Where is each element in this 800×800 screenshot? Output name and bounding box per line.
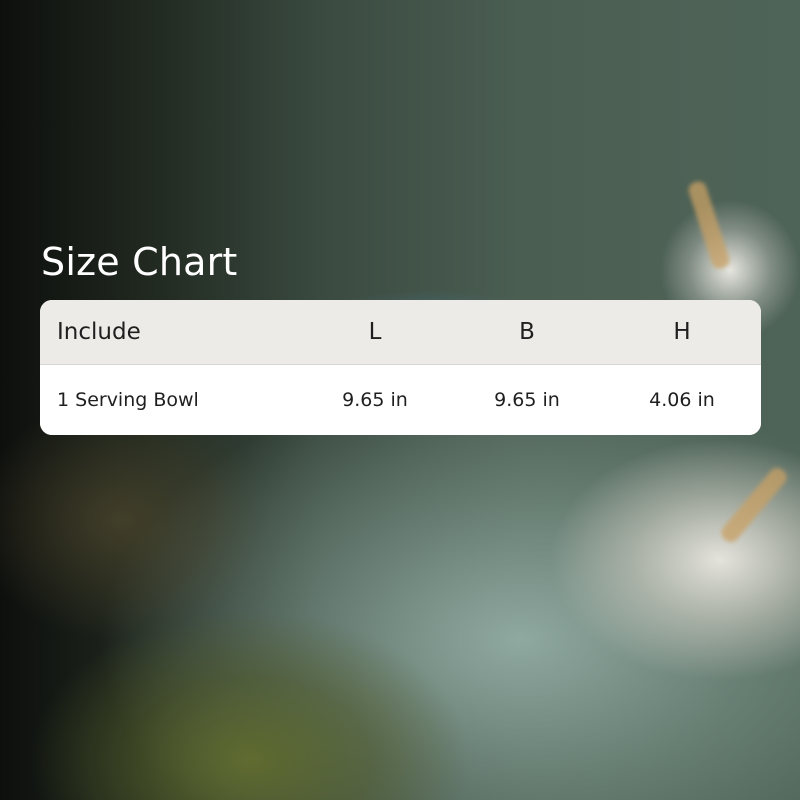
wooden-spoon-decor: [718, 464, 790, 546]
header-breadth: B: [519, 319, 535, 345]
header-include: Include: [57, 319, 141, 345]
cell-item-name: 1 Serving Bowl: [57, 389, 199, 411]
header-length: L: [368, 319, 382, 345]
table-row: 1 Serving Bowl 9.65 in 9.65 in 4.06 in: [40, 365, 761, 435]
cell-height: 4.06 in: [649, 389, 715, 411]
wooden-spoon-decor: [686, 179, 732, 271]
size-chart-table: Include L B H 1 Serving Bowl 9.65 in 9.6…: [40, 300, 761, 435]
table-header-row: Include L B H: [40, 300, 761, 365]
cell-breadth: 9.65 in: [494, 389, 560, 411]
page-title: Size Chart: [41, 240, 238, 284]
cell-length: 9.65 in: [342, 389, 408, 411]
header-height: H: [673, 319, 691, 345]
